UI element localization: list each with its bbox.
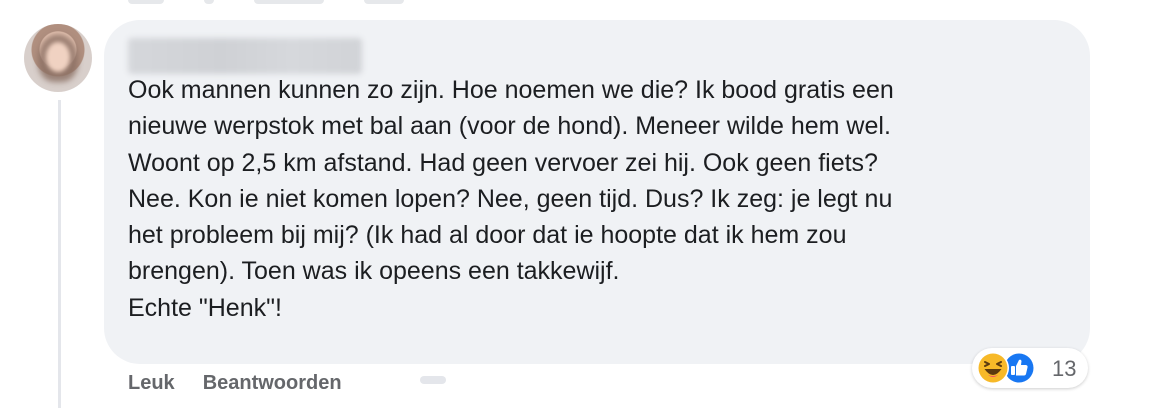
reply-button[interactable]: Beantwoorden (203, 372, 342, 395)
comment-line: nieuwe werpstok met bal aan (voor de hon… (128, 112, 891, 141)
like-button[interactable]: Leuk (128, 372, 175, 395)
author-name-blurred[interactable] (128, 38, 362, 74)
comment-text: Ook mannen kunnen zo zijn. Hoe noemen we… (128, 72, 1078, 326)
comment-line: Echte "Henk"! (128, 293, 282, 322)
thread-line (58, 100, 61, 408)
haha-reaction-icon (977, 352, 1009, 384)
comment-line: brengen). Toen was ik opeens een takkewi… (128, 257, 620, 286)
comment-actions: Leuk Beantwoorden (128, 372, 342, 395)
reactions-summary[interactable]: 13 (972, 348, 1088, 388)
comment-line: Nee. Kon ie niet komen lopen? Nee, geen … (128, 184, 893, 213)
comment-line: het probleem bij mij? (Ik had al door da… (128, 221, 847, 250)
blurred-text (128, 0, 164, 4)
comment-thread: Ook mannen kunnen zo zijn. Hoe noemen we… (0, 0, 1172, 408)
blurred-text (204, 0, 214, 4)
avatar-face (46, 42, 70, 72)
blurred-text (254, 0, 324, 4)
timestamp-blurred (420, 376, 446, 384)
comment-line: Ook mannen kunnen zo zijn. Hoe noemen we… (128, 76, 894, 104)
avatar[interactable] (24, 24, 92, 92)
comment-line: Woont op 2,5 km afstand. Had geen vervoe… (128, 148, 878, 177)
reaction-count: 13 (1052, 356, 1077, 381)
previous-comment-actions (128, 0, 404, 4)
blurred-text (364, 0, 404, 4)
